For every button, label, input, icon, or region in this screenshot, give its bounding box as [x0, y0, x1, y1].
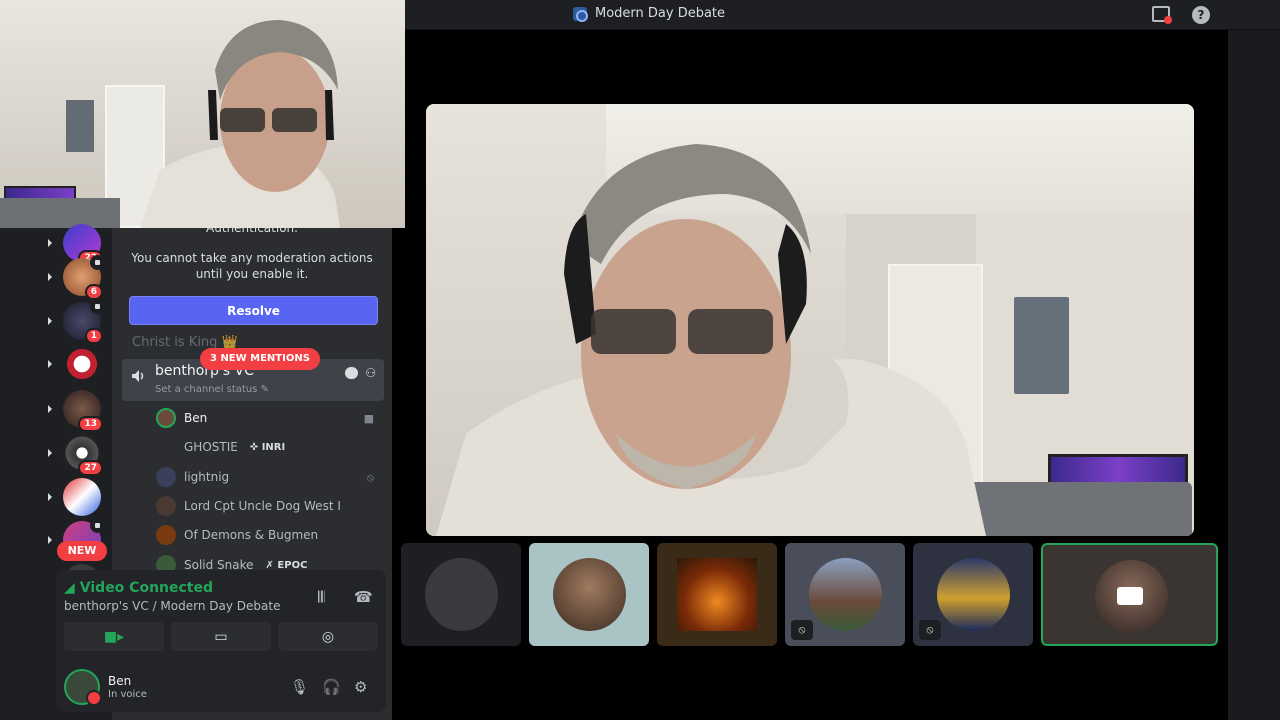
member-lightnig[interactable]: lightnig ⦸ [156, 465, 384, 489]
member-tag: ✜ INRI [249, 441, 286, 453]
open-chat-icon[interactable] [345, 367, 358, 379]
server-icon[interactable]: 27 [48, 434, 103, 476]
preview-person-image [140, 20, 340, 228]
activity-gamepad-icon: ◎ [321, 628, 335, 645]
server-icon[interactable]: 13 [48, 390, 103, 432]
avatar [156, 496, 176, 516]
voice-connection-panel: ◢ Video Connected benthorp's VC / Modern… [56, 570, 386, 712]
camera-icon: ■▸ [103, 628, 125, 645]
avatar [156, 525, 176, 545]
member-name: Lord Cpt Uncle Dog West I [184, 499, 341, 513]
member-lord-cpt[interactable]: Lord Cpt Uncle Dog West I [156, 494, 384, 518]
preview-panel [66, 100, 94, 152]
activity-button[interactable]: ◎ [278, 622, 378, 651]
camera-icon [1117, 587, 1143, 605]
disconnect-icon[interactable]: ☎ [354, 588, 373, 606]
speaking-participant-tile[interactable] [1041, 543, 1218, 646]
server-icon[interactable]: 6 [48, 255, 105, 300]
avatar [677, 558, 757, 631]
user-avatar[interactable] [64, 669, 102, 706]
title-bar: Modern Day Debate ? [405, 0, 1280, 30]
screen-share-icon: ▭ [214, 628, 228, 645]
participant-tile[interactable] [657, 543, 777, 646]
connection-status-text: Video Connected [79, 580, 214, 596]
avatar [809, 558, 882, 631]
new-mentions-pill[interactable]: 3 NEW MENTIONS [200, 348, 320, 370]
participant-tile[interactable]: ⦸ [913, 543, 1033, 646]
server-icon[interactable] [48, 478, 101, 516]
unread-pip [48, 239, 52, 247]
member-of-demons[interactable]: Of Demons & Bugmen [156, 523, 384, 547]
member-ghostie[interactable]: GHOSTIE ✜ INRI [156, 435, 384, 459]
muted-icon: ⦸ [919, 620, 941, 640]
self-camera-preview[interactable] [0, 0, 405, 228]
screen-share-button[interactable]: ▭ [171, 622, 271, 651]
mention-badge: 27 [78, 460, 103, 476]
channel-status[interactable]: Set a channel status ✎ [155, 384, 269, 395]
mention-badge: 13 [78, 416, 103, 432]
member-name: lightnig [184, 470, 230, 484]
unread-pip [48, 405, 52, 413]
avatar [937, 558, 1010, 631]
help-icon[interactable]: ? [1192, 6, 1210, 24]
participant-tile[interactable] [529, 543, 649, 646]
speaker-icon [90, 518, 105, 533]
avatar [156, 467, 176, 487]
member-name: Ben [184, 411, 208, 425]
window-title: Modern Day Debate [573, 6, 726, 22]
avatar [425, 558, 498, 631]
right-edge-strip [1228, 30, 1280, 720]
notice-message: You cannot take any moderation actions u… [131, 251, 373, 281]
preview-chair [0, 198, 120, 228]
connection-status[interactable]: ◢ Video Connected [64, 580, 213, 596]
member-ben[interactable]: Ben ■ [156, 406, 384, 430]
avatar [156, 408, 176, 428]
moderation-notice: Authentication. You cannot take any mode… [112, 228, 392, 282]
camera-toggle-button[interactable]: ■▸ [64, 622, 164, 651]
headset-icon[interactable]: 🎧 [322, 678, 341, 696]
member-name: GHOSTIE [184, 440, 238, 454]
server-icon[interactable] [48, 345, 101, 383]
unread-pip [48, 317, 52, 325]
unread-pip [48, 536, 52, 544]
microphone-icon[interactable]: 🎙 [290, 678, 309, 696]
user-name: Ben [108, 674, 132, 688]
member-tag: ✗ EPOC [265, 559, 308, 571]
noise-suppression-icon[interactable]: 𝄃𝄃 [318, 588, 325, 606]
deafened-icon: ⦸ [366, 471, 374, 484]
resolve-button[interactable]: Resolve [129, 296, 378, 325]
user-state: In voice [108, 689, 147, 700]
connection-location[interactable]: benthorp's VC / Modern Day Debate [64, 599, 280, 613]
screen-share-status-icon[interactable] [1152, 6, 1172, 24]
signal-icon: ◢ [64, 580, 75, 596]
invite-icon[interactable]: ⚇ [365, 366, 376, 380]
window-title-text: Modern Day Debate [595, 6, 726, 21]
unread-pip [48, 273, 52, 281]
avatar [553, 558, 626, 631]
focused-video-feed[interactable] [426, 104, 1194, 536]
member-name: Of Demons & Bugmen [184, 528, 319, 542]
unread-pip [48, 360, 52, 368]
new-unreads-pill[interactable]: NEW [57, 541, 107, 561]
discord-window: Modern Day Debate ? 6 1 13 27 NEW Authen… [0, 0, 1280, 720]
server-icon[interactable]: 1 [48, 299, 105, 344]
unread-pip [48, 449, 52, 457]
speaker-icon [90, 255, 105, 270]
speaker-icon [90, 299, 105, 314]
mention-badge: 1 [84, 328, 103, 344]
gear-icon[interactable]: ⚙ [354, 678, 367, 696]
unread-pip [48, 493, 52, 501]
speaker-person-image [436, 144, 986, 536]
mention-badge: 6 [84, 284, 103, 300]
muted-icon: ⦸ [791, 620, 813, 640]
participant-tile[interactable] [401, 543, 521, 646]
participant-tile[interactable]: ⦸ [785, 543, 905, 646]
server-logo-icon [573, 6, 588, 22]
user-area: Ben In voice 🎙 🎧 ⚙ [56, 660, 386, 712]
camera-icon: ■ [363, 412, 374, 425]
notice-heading: Authentication. [206, 228, 298, 235]
speaker-icon [132, 370, 144, 382]
